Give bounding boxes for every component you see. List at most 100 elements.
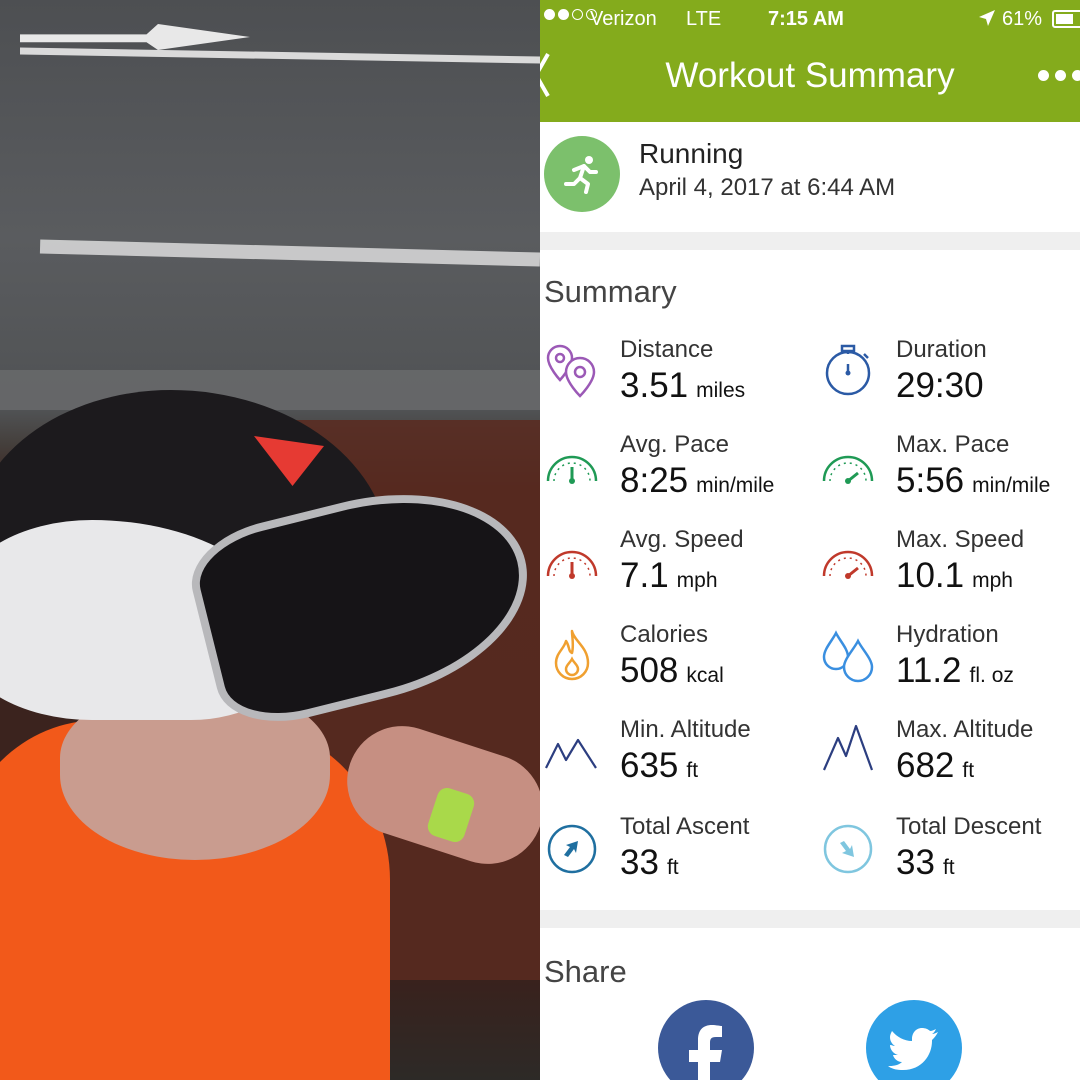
stat-number: 7.1 <box>620 556 669 595</box>
workout-summary-screen: Verizon LTE 7:15 AM 61% Workout Summary … <box>540 0 1080 1080</box>
location-arrow-icon <box>979 10 995 26</box>
stat-label: Max. Speed <box>896 526 1025 553</box>
curb <box>0 370 540 410</box>
stat-hydration: Hydration 11.2 fl. oz <box>816 621 1080 711</box>
stat-number: 10.1 <box>896 556 965 595</box>
stat-number: 29:30 <box>896 366 984 405</box>
section-divider <box>540 910 1080 928</box>
carrier-name: Verizon <box>590 8 657 30</box>
stat-distance: Distance 3.51 miles <box>540 336 810 426</box>
stat-duration: Duration 29:30 <box>816 336 1080 426</box>
stat-label: Avg. Pace <box>620 431 729 458</box>
road-lane-line <box>20 47 540 64</box>
stopwatch-icon <box>825 344 871 396</box>
stat-label: Max. Altitude <box>896 716 1034 743</box>
twitter-icon <box>888 1028 938 1070</box>
stat-unit: ft <box>962 759 975 782</box>
battery-percent: 61% <box>1002 8 1043 30</box>
stat-unit: ft <box>686 759 699 782</box>
stat-unit: mph <box>676 569 718 592</box>
avg-speed-gauge-icon <box>546 550 598 579</box>
stat-number: 33 <box>896 843 935 882</box>
stat-value: 33 ft <box>896 843 955 883</box>
water-drops-icon <box>822 630 874 683</box>
facebook-icon <box>689 1025 722 1080</box>
max-altitude-mountain-icon <box>822 724 874 771</box>
stat-label: Hydration <box>896 621 999 648</box>
stat-max-speed: Max. Speed 10.1 mph <box>816 526 1080 616</box>
stat-number: 508 <box>620 651 679 690</box>
stat-avg-speed: Avg. Speed 7.1 mph <box>540 526 810 616</box>
stat-unit: min/mile <box>972 474 1051 497</box>
stat-value: 635 ft <box>620 746 698 786</box>
stat-label: Calories <box>620 621 709 648</box>
stat-number: 3.51 <box>620 366 689 405</box>
stat-total-descent: Total Descent 33 ft <box>816 813 1080 903</box>
nav-bar: Workout Summary <box>540 38 1080 122</box>
flame-icon <box>554 629 590 681</box>
stat-value: 3.51 miles <box>620 366 745 406</box>
stat-number: 635 <box>620 746 679 785</box>
activity-date: April 4, 2017 at 6:44 AM <box>639 174 896 201</box>
stat-value: 33 ft <box>620 843 679 883</box>
stat-label: Avg. Speed <box>620 526 744 553</box>
stat-number: 682 <box>896 746 955 785</box>
section-divider <box>540 232 1080 250</box>
stat-value: 508 kcal <box>620 651 724 691</box>
min-altitude-mountain-icon <box>545 738 597 769</box>
twitter-share-button[interactable] <box>866 1000 962 1080</box>
location-pins-icon <box>546 344 596 398</box>
summary-heading: Summary <box>544 274 677 309</box>
ascent-arrow-icon <box>547 824 597 874</box>
stat-value: 5:56 min/mile <box>896 461 1050 501</box>
more-options-icon[interactable] <box>1038 70 1080 81</box>
stat-label: Total Ascent <box>620 813 750 840</box>
network-type: LTE <box>686 8 722 30</box>
stat-value: 7.1 mph <box>620 556 718 596</box>
facebook-share-button[interactable] <box>658 1000 754 1080</box>
max-speed-gauge-icon <box>822 550 874 579</box>
avg-pace-gauge-icon <box>546 455 598 484</box>
stat-min-altitude: Min. Altitude 635 ft <box>540 716 810 806</box>
stat-value: 11.2 fl. oz <box>896 651 1014 691</box>
stat-calories: Calories 508 kcal <box>540 621 810 711</box>
activity-header: Running April 4, 2017 at 6:44 AM <box>540 122 1080 232</box>
stat-number: 5:56 <box>896 461 965 500</box>
stat-unit: fl. oz <box>969 664 1014 687</box>
battery-icon <box>1052 10 1080 28</box>
descent-arrow-icon <box>823 824 873 874</box>
share-heading: Share <box>544 954 627 989</box>
stat-avg-pace: Avg. Pace 8:25 min/mile <box>540 431 810 521</box>
stat-max-altitude: Max. Altitude 682 ft <box>816 716 1080 806</box>
stat-max-pace: Max. Pace 5:56 min/mile <box>816 431 1080 521</box>
activity-name: Running <box>639 138 744 169</box>
stat-value: 682 ft <box>896 746 974 786</box>
stat-value: 10.1 mph <box>896 556 1013 596</box>
stat-label: Distance <box>620 336 714 363</box>
stat-unit: min/mile <box>696 474 775 497</box>
running-person-icon <box>564 156 598 194</box>
stat-value: 8:25 min/mile <box>620 461 774 501</box>
stat-label: Max. Pace <box>896 431 1010 458</box>
stat-unit: mph <box>972 569 1013 592</box>
stat-total-ascent: Total Ascent 33 ft <box>540 813 810 903</box>
road-arrow-marking <box>20 24 250 50</box>
stat-unit: miles <box>696 379 746 402</box>
status-time: 7:15 AM <box>768 8 844 30</box>
page-title: Workout Summary <box>665 56 955 95</box>
road-lane-line <box>39 239 540 267</box>
running-badge <box>544 136 620 212</box>
stat-label: Duration <box>896 336 987 363</box>
stat-value: 29:30 <box>896 366 992 406</box>
stat-number: 8:25 <box>620 461 689 500</box>
runner-photo <box>0 0 540 1080</box>
stat-number: 11.2 <box>896 651 962 690</box>
stat-number: 33 <box>620 843 659 882</box>
stat-unit: ft <box>666 856 679 879</box>
stat-unit: kcal <box>686 664 724 687</box>
status-bar: Verizon LTE 7:15 AM 61% <box>540 0 1080 38</box>
stat-unit: ft <box>942 856 955 879</box>
stat-label: Total Descent <box>896 813 1042 840</box>
stat-label: Min. Altitude <box>620 716 751 743</box>
max-pace-gauge-icon <box>822 455 874 484</box>
